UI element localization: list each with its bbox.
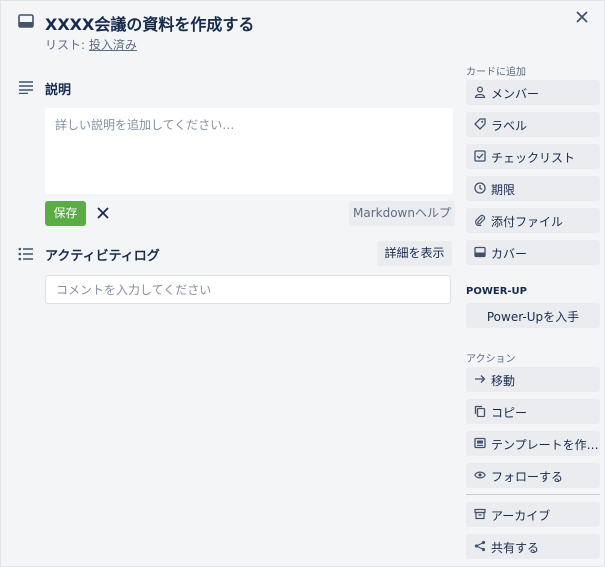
paperclip-icon: [474, 214, 486, 226]
get-powerup-label: Power-Upを入手: [486, 310, 580, 324]
show-details-button[interactable]: 詳細を表示: [377, 241, 452, 266]
copy-label: コピー: [491, 406, 528, 420]
copy-button[interactable]: コピー: [466, 399, 600, 424]
members-button[interactable]: メンバー: [466, 80, 600, 105]
card-detail-window: XXXX会議の資料を作成する リスト: 投入済み 説明 詳しい説明を追加してくだ…: [0, 0, 605, 567]
list-name-link[interactable]: 投入済み: [89, 38, 137, 52]
cover-label: カバー: [491, 247, 528, 261]
attachment-label: 添付ファイル: [491, 215, 564, 229]
move-label: 移動: [491, 374, 516, 388]
checklist-label: チェックリスト: [491, 151, 576, 165]
due-date-label: 期限: [491, 183, 516, 197]
get-powerup-button[interactable]: Power-Upを入手: [466, 303, 600, 328]
save-button[interactable]: 保存: [45, 201, 86, 226]
actions-divider: [466, 494, 600, 495]
powerup-heading: POWER-UP: [466, 286, 527, 297]
eye-icon: [474, 469, 486, 481]
make-template-button[interactable]: テンプレートを作…: [466, 431, 600, 456]
archive-button[interactable]: アーカイブ: [466, 502, 600, 527]
archive-label: アーカイブ: [491, 509, 551, 523]
follow-button[interactable]: フォローする: [466, 463, 600, 488]
activity-heading: アクティビティログ: [45, 249, 160, 264]
card-icon: [18, 14, 34, 28]
description-heading: 説明: [45, 83, 72, 98]
share-icon: [474, 540, 486, 552]
share-button[interactable]: 共有する: [466, 534, 600, 559]
share-label: 共有する: [491, 541, 540, 555]
cover-button[interactable]: カバー: [466, 240, 600, 265]
comment-input[interactable]: [45, 275, 451, 304]
add-to-card-heading: カードに追加: [466, 67, 526, 78]
close-icon[interactable]: [572, 7, 592, 27]
labels-button[interactable]: ラベル: [466, 112, 600, 137]
activity-icon: [18, 247, 34, 261]
labels-label: ラベル: [491, 119, 528, 133]
description-icon: [18, 80, 34, 94]
checklist-button[interactable]: チェックリスト: [466, 144, 600, 169]
follow-label: フォローする: [491, 470, 564, 484]
tag-icon: [474, 118, 486, 130]
arrow-right-icon: [474, 373, 486, 385]
due-date-button[interactable]: 期限: [466, 176, 600, 201]
clock-icon: [474, 182, 486, 194]
attachment-button[interactable]: 添付ファイル: [466, 208, 600, 233]
person-icon: [474, 86, 486, 98]
card-title[interactable]: XXXX会議の資料を作成する: [45, 11, 254, 35]
copy-icon: [474, 405, 486, 417]
move-button[interactable]: 移動: [466, 367, 600, 392]
checkbox-icon: [474, 150, 486, 162]
close-icon[interactable]: [95, 205, 111, 221]
archive-icon: [474, 508, 486, 520]
markdown-help-button[interactable]: Markdownヘルプ: [349, 201, 455, 226]
description-textarea[interactable]: 詳しい説明を追加してください…: [45, 108, 453, 194]
cover-icon: [474, 246, 486, 258]
actions-heading: アクション: [466, 354, 516, 365]
members-label: メンバー: [491, 87, 540, 101]
list-info: リスト: 投入済み: [45, 36, 137, 53]
list-prefix: リスト:: [45, 38, 89, 52]
template-icon: [474, 437, 486, 449]
make-template-label: テンプレートを作…: [491, 438, 599, 452]
